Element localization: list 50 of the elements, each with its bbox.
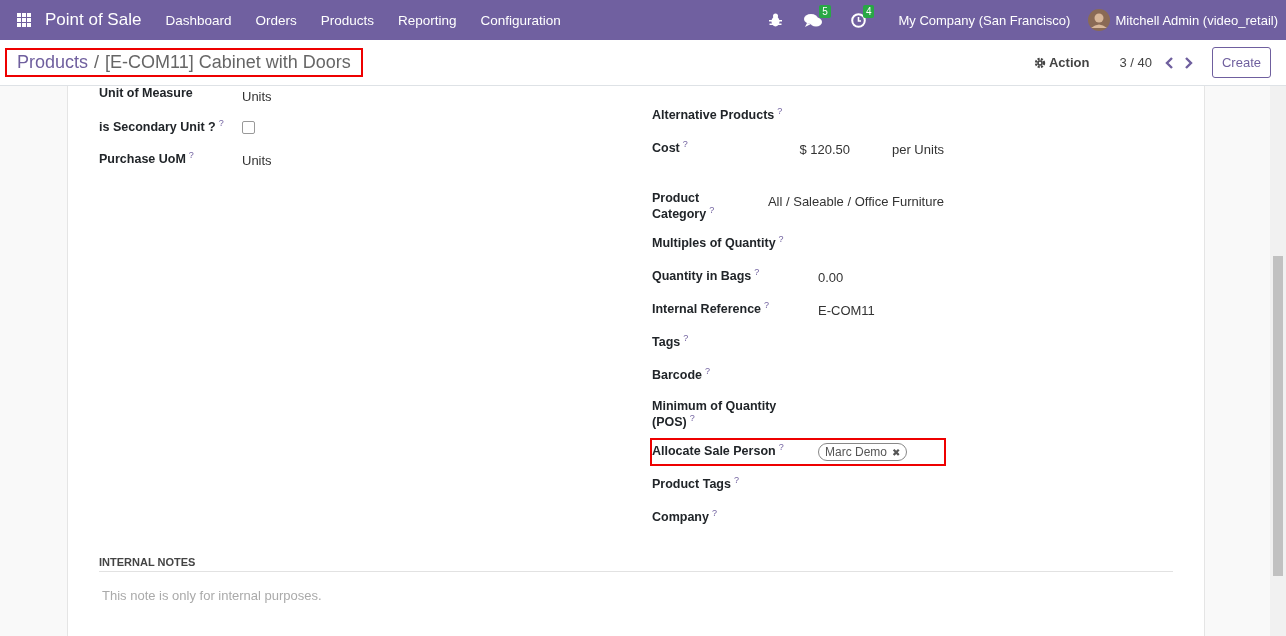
action-button[interactable]: Action	[1028, 54, 1096, 71]
unit-label: per Units	[891, 142, 944, 157]
field-value[interactable]: 0.00	[818, 270, 844, 286]
app-grid-icon[interactable]	[17, 13, 31, 27]
field-value[interactable]: E-COM11	[818, 303, 875, 319]
field-label: Barcode $^{?}$	[652, 366, 712, 383]
field-label: is Secondary Unit ? $^{?}$	[99, 118, 225, 135]
field-label: Allocate Sale Person $^{?}$	[652, 442, 785, 459]
field-label: Quantity in Bags $^{?}$	[652, 267, 761, 284]
gear-icon	[1034, 56, 1046, 69]
field-label: Company $^{?}$	[652, 508, 718, 525]
notification-badge: 4	[862, 4, 875, 18]
scrollbar[interactable]	[1270, 86, 1286, 636]
field-label: Multiples of Quantity $^{?}$	[652, 234, 785, 251]
breadcrumb-link[interactable]: Products	[17, 52, 89, 73]
field-label: Cost $^{?}$	[652, 139, 689, 156]
app-name[interactable]: Point of Sale	[45, 10, 142, 30]
breadcrumb-separator: /	[94, 52, 100, 73]
user-menu[interactable]: Mitchell Admin (video_retail)	[1115, 12, 1278, 28]
company-switcher[interactable]: My Company (San Francisco)	[898, 12, 1071, 28]
pager-counter: 3 / 40	[1119, 55, 1152, 70]
section-heading: INTERNAL NOTES	[99, 556, 197, 569]
notification-badge: 5	[819, 4, 831, 18]
field-label: Purchase UoM $^{?}$	[99, 150, 195, 167]
menu-item[interactable]: Products	[308, 12, 386, 28]
field-label: Internal Reference $^{?}$	[652, 300, 771, 317]
field-label: Product Category $^{?}$	[652, 191, 716, 222]
field-value[interactable]: $ 120.50	[799, 142, 892, 157]
previous-icon[interactable]	[1163, 55, 1174, 70]
menu-item[interactable]: Reporting	[386, 12, 469, 28]
menu-item[interactable]: Orders	[243, 12, 309, 28]
next-icon[interactable]	[1183, 55, 1194, 70]
menu-item[interactable]: Configuration	[468, 12, 573, 28]
field-label: Product Tags $^{?}$	[652, 475, 740, 492]
create-button[interactable]: Create	[1211, 47, 1271, 78]
field-label: Alternative Products $^{?}$	[652, 106, 784, 123]
field-label: Unit of Measure	[99, 86, 194, 100]
record-title: [E-COM11] Cabinet with Doors	[105, 52, 351, 73]
field-label: Minimum of Quantity (POS) $^{?}$	[652, 399, 778, 430]
checkbox[interactable]	[242, 121, 255, 134]
clock-icon[interactable]	[850, 12, 866, 28]
menu-item[interactable]: Dashboard	[153, 12, 244, 28]
chat-icon[interactable]	[804, 12, 823, 28]
field-label: Tags $^{?}$	[652, 333, 690, 350]
remove-tag-icon[interactable]: ✖	[892, 446, 900, 458]
bug-icon[interactable]	[769, 13, 783, 27]
field-value[interactable]: All / Saleable / Office Furniture	[767, 194, 944, 209]
field-value[interactable]: Units	[242, 153, 272, 168]
avatar-icon[interactable]	[1088, 9, 1111, 31]
field-value[interactable]: Units	[242, 89, 272, 104]
